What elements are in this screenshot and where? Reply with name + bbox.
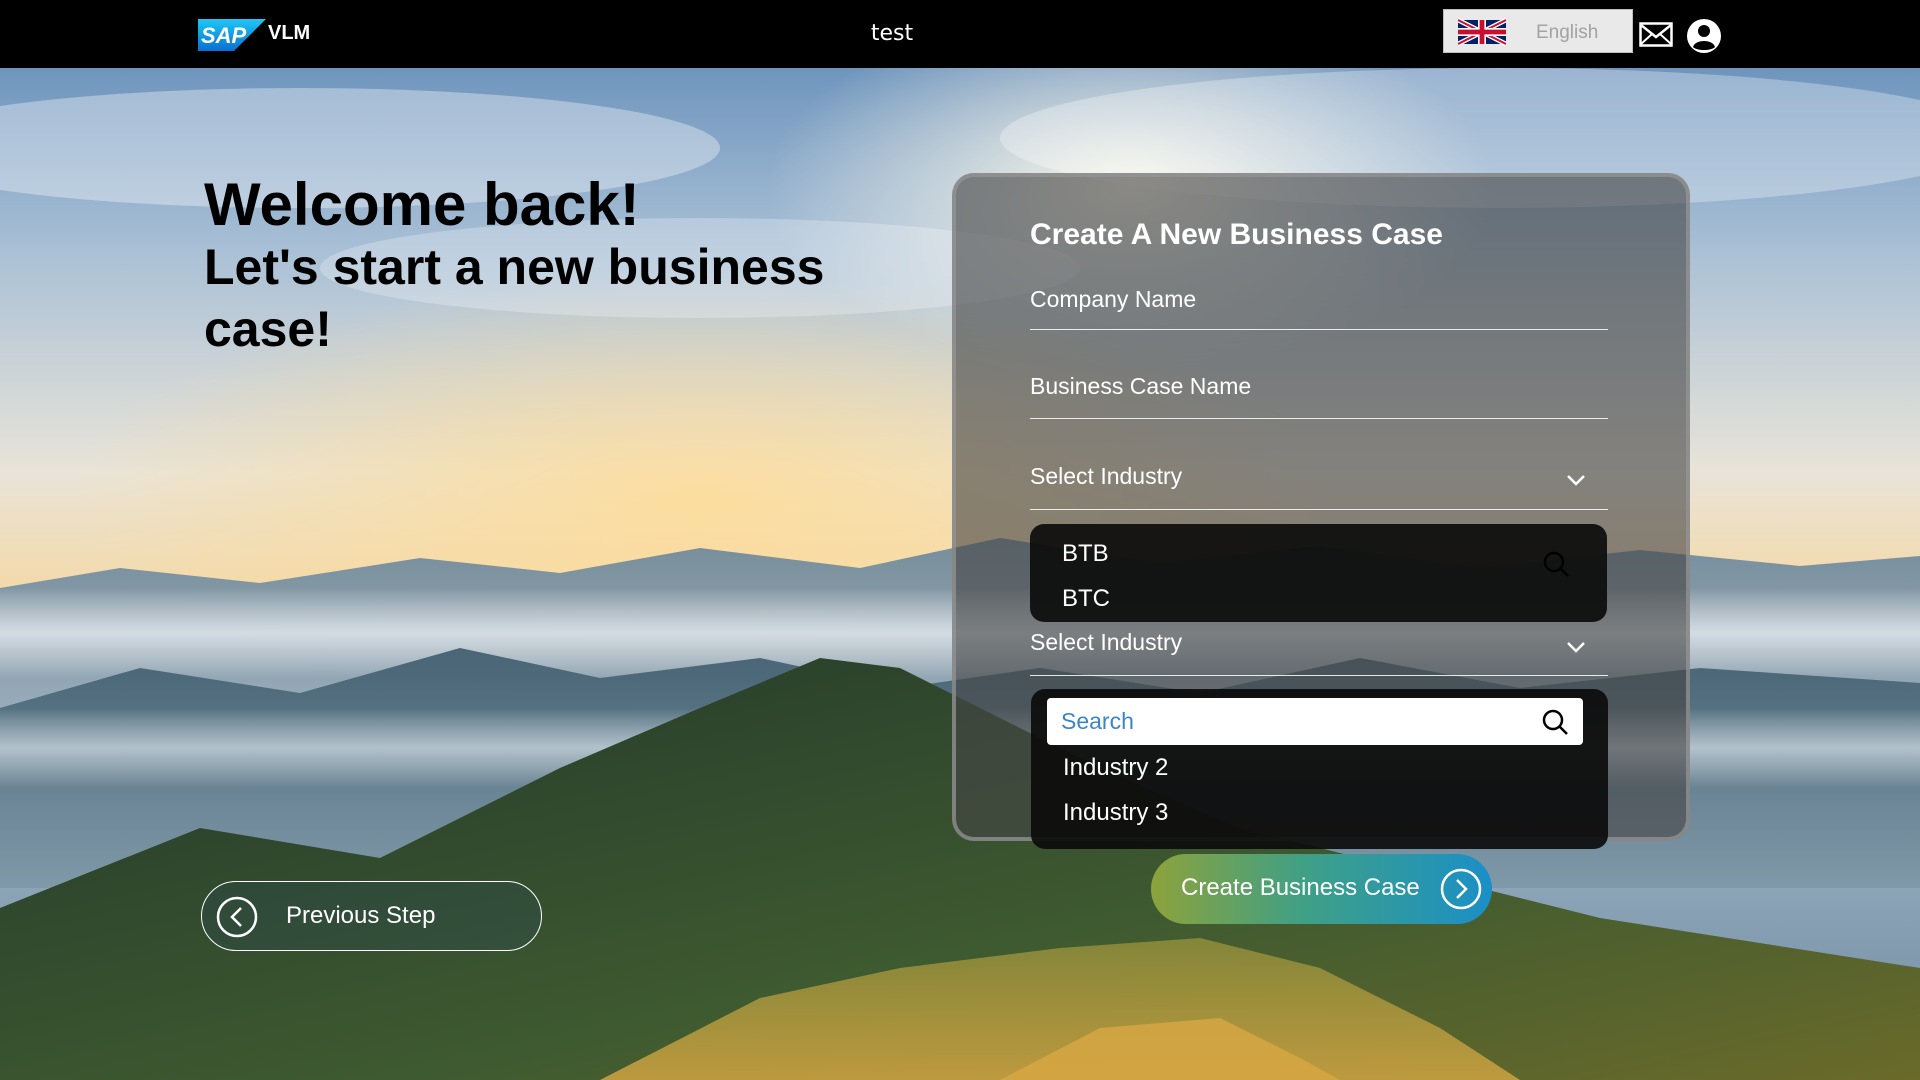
industry-search-box[interactable] [1047, 698, 1583, 745]
mail-icon[interactable] [1639, 22, 1673, 47]
create-button-label: Create Business Case [1181, 874, 1420, 901]
industry-dropdown-1 [1030, 524, 1607, 622]
create-business-case-button[interactable]: Create Business Case [1151, 854, 1492, 924]
search-icon[interactable] [1541, 708, 1569, 736]
language-label: English [1536, 22, 1599, 43]
industry-select-2-label: Select Industry [1030, 629, 1183, 655]
uk-flag-icon [1458, 18, 1506, 46]
welcome-heading: Welcome back! [204, 171, 640, 238]
page-title: test [870, 21, 914, 46]
welcome-subheading: Let's start a new business case! [204, 239, 825, 357]
previous-step-label: Previous Step [286, 902, 436, 929]
dropdown-option-btb[interactable]: BTB [1062, 540, 1109, 568]
chevron-left-icon [216, 896, 258, 938]
search-icon[interactable] [1542, 550, 1570, 578]
dropdown-option-industry-2[interactable]: Industry 2 [1063, 754, 1168, 782]
form-title: Create A New Business Case [1030, 218, 1443, 251]
brand-name: VLM [268, 22, 311, 44]
business-case-name-field[interactable]: Business Case Name [1030, 370, 1608, 419]
industry-select-1-label: Select Industry [1030, 463, 1183, 489]
dropdown-option-btc[interactable]: BTC [1062, 585, 1110, 613]
top-bar: SAP VLM test English [0, 0, 1920, 68]
industry-select-1[interactable]: Select Industry [1030, 460, 1608, 510]
language-selector[interactable]: English [1443, 9, 1633, 53]
previous-step-button[interactable]: Previous Step [201, 881, 542, 951]
industry-search-input[interactable] [1061, 698, 1521, 745]
user-icon[interactable] [1686, 18, 1722, 54]
svg-text:SAP: SAP [201, 23, 247, 48]
industry-select-2[interactable]: Select Industry [1030, 627, 1608, 676]
company-name-label: Company Name [1030, 286, 1197, 312]
company-name-field[interactable]: Company Name [1030, 284, 1608, 330]
chevron-down-icon [1567, 475, 1585, 486]
dropdown-option-industry-3[interactable]: Industry 3 [1063, 799, 1168, 827]
business-case-name-label: Business Case Name [1030, 373, 1252, 399]
sap-logo[interactable]: SAP [198, 19, 266, 51]
chevron-right-icon [1440, 868, 1482, 910]
chevron-down-icon [1567, 642, 1585, 653]
welcome-section: Welcome back! Let's start a new business… [204, 172, 884, 360]
